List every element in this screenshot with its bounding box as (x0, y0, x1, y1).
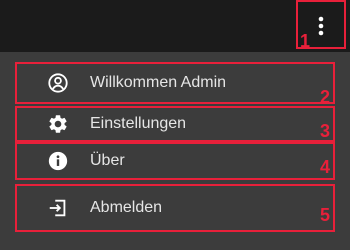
account-circle-icon (47, 72, 69, 94)
more-vert-icon (318, 16, 324, 47)
marker-2: 2 (320, 87, 331, 107)
user-menu: Willkommen Admin Einstellungen Über Abme… (0, 52, 350, 250)
menu-item-welcome[interactable]: Willkommen Admin (15, 62, 335, 104)
top-bar: 1 (0, 0, 350, 52)
menu-item-settings[interactable]: Einstellungen (15, 106, 335, 142)
info-icon (47, 150, 69, 172)
menu-item-label: Abmelden (90, 199, 163, 216)
gear-icon (47, 113, 69, 135)
menu-item-about[interactable]: Über (15, 142, 335, 180)
marker-4: 4 (320, 157, 331, 177)
menu-item-label: Über (90, 152, 125, 169)
menu-item-label: Willkommen Admin (90, 74, 227, 91)
marker-5: 5 (320, 205, 331, 225)
menu-item-label: Einstellungen (90, 115, 187, 132)
menu-item-logout[interactable]: Abmelden (15, 184, 335, 232)
marker-3: 3 (320, 121, 331, 141)
logout-icon (47, 197, 69, 219)
marker-1: 1 (300, 31, 311, 51)
